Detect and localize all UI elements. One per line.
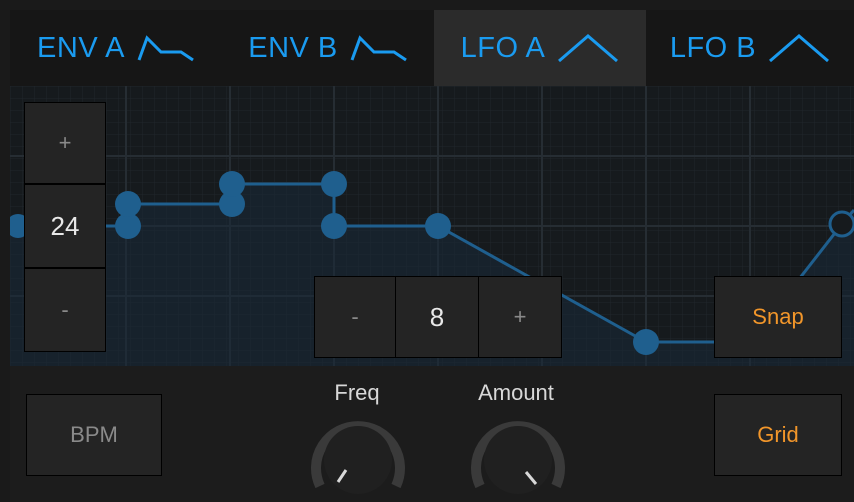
plus-icon: + <box>58 130 72 155</box>
left-stepper-plus-button[interactable]: + <box>24 102 106 184</box>
triangle-wave-icon <box>769 34 830 63</box>
lfo-node <box>115 191 141 217</box>
tab-env-a[interactable]: ENV A <box>10 10 222 86</box>
minus-icon: - <box>61 297 69 322</box>
triangle-wave-icon <box>558 34 619 63</box>
grid-button[interactable]: Grid <box>714 394 842 476</box>
lfo-node-selected <box>828 210 854 238</box>
plus-icon: + <box>513 304 527 329</box>
minus-icon: - <box>351 304 359 329</box>
tab-lfo-b[interactable]: LFO B <box>646 10 854 86</box>
amount-knob-label: Amount <box>478 380 554 405</box>
tab-lfo-a[interactable]: LFO A <box>434 10 646 86</box>
center-stepper-plus-button[interactable]: + <box>478 276 562 358</box>
tab-label: LFO B <box>669 31 757 64</box>
envelope-icon <box>137 35 194 62</box>
center-stepper-minus-button[interactable]: - <box>314 276 396 358</box>
amount-knob[interactable] <box>466 408 570 502</box>
snap-button[interactable]: Snap <box>714 276 842 358</box>
freq-knob-label: Freq <box>334 380 380 405</box>
center-stepper-value-text: 8 <box>429 301 445 332</box>
tab-label: LFO A <box>460 31 546 64</box>
grid-label: Grid <box>757 422 799 447</box>
tab-label: ENV B <box>248 31 338 64</box>
tab-label: ENV A <box>37 31 125 64</box>
tab-bar: ENV A ENV B LFO A LFO B <box>10 10 854 86</box>
lfo-node <box>321 171 347 197</box>
lfo-node <box>425 213 451 239</box>
left-stepper-value[interactable]: 24 <box>24 184 106 268</box>
bpm-button[interactable]: BPM <box>26 394 162 476</box>
bpm-label: BPM <box>70 422 118 447</box>
center-stepper-value[interactable]: 8 <box>395 276 479 358</box>
lfo-node <box>633 329 659 355</box>
freq-knob[interactable] <box>306 408 410 502</box>
lfo-node <box>321 213 347 239</box>
tab-env-b[interactable]: ENV B <box>222 10 434 86</box>
envelope-icon <box>350 35 407 62</box>
lfo-editor: ENV A ENV B LFO A LFO B + 24 - - 8 + Sna… <box>0 0 854 502</box>
lfo-node <box>219 171 245 197</box>
left-stepper-value-text: 24 <box>50 210 80 241</box>
left-stepper-minus-button[interactable]: - <box>24 268 106 352</box>
snap-label: Snap <box>752 304 804 329</box>
